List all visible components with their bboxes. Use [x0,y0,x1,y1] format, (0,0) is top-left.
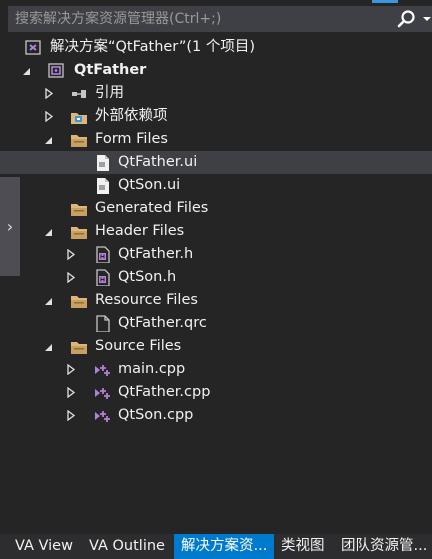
chevron-right-icon[interactable] [66,410,76,421]
external-dependencies-icon [71,113,87,124]
tree-item[interactable]: 外部依赖项 [0,105,432,128]
tree-item-label: QtSon.h [118,269,177,285]
chevron-expanded-icon[interactable] [44,226,54,237]
header-file-icon [96,269,110,286]
tree-item-label: QtSon.cpp [118,407,194,423]
chevron-right-icon[interactable] [44,111,54,122]
cpp-file-icon [95,388,110,399]
tree-item-label: QtSon.ui [118,177,181,193]
folder-icon [71,227,87,239]
tree-item-label: Header Files [95,223,185,239]
cpp-file-icon [95,411,110,422]
chevron-right-icon[interactable] [44,88,54,99]
tree-item-label: main.cpp [118,361,186,377]
bottom-tab[interactable]: 团队资源管... [334,534,432,559]
solution-icon [25,40,41,55]
bottom-tab[interactable]: 解决方案资... [174,534,274,559]
bottom-tab[interactable]: 类视图 [274,534,334,559]
collapse-side-panel-handle[interactable]: › [0,177,20,276]
tree-item-label: 外部依赖项 [95,108,168,124]
tree-item-label: QtFather [74,62,147,78]
tree-item-label: QtFather.qrc [118,315,207,331]
tree-item[interactable]: Resource Files [0,289,432,312]
tree-item-label: 解决方案“QtFather”(1 个项目) [50,39,256,55]
cpp-file-icon [95,365,110,376]
references-icon [72,90,86,98]
search-icon[interactable] [396,9,418,29]
tree-item-label: QtFather.cpp [118,384,211,400]
tree-item[interactable]: QtSon.cpp [0,404,432,427]
tree-item[interactable]: Generated Files [0,197,432,220]
chevron-expanded-icon[interactable] [44,341,54,352]
chevron-expanded-icon[interactable] [44,134,54,145]
chevron-down-icon[interactable] [422,9,432,29]
tree-item-label: Resource Files [95,292,198,308]
tree-item-label: 引用 [95,85,124,101]
chevron-expanded-icon[interactable] [22,65,32,76]
ui-file-icon [97,178,109,194]
top-accent-strip [372,0,398,3]
tree-item[interactable]: QtFather.ui [0,151,432,174]
chevron-right-icon[interactable] [66,272,76,283]
tree-item-label: QtFather.h [118,246,194,262]
tree-item[interactable]: main.cpp [0,358,432,381]
folder-icon [71,296,87,308]
tree-item[interactable]: QtFather [0,59,432,82]
chevron-right-icon[interactable] [66,249,76,260]
tree-item[interactable]: Header Files [0,220,432,243]
tree-item[interactable]: 引用 [0,82,432,105]
folder-icon [71,342,87,354]
header-file-icon [96,246,110,263]
tree-item[interactable]: QtFather.qrc [0,312,432,335]
tree-item-label: Form Files [95,131,168,147]
search-input[interactable] [8,6,388,32]
folder-icon [71,135,87,147]
tree-item[interactable]: QtFather.cpp [0,381,432,404]
qt-project-icon [48,63,64,78]
chevron-right-icon[interactable] [66,387,76,398]
tree-item-label: Source Files [95,338,182,354]
tree-item-label: QtFather.ui [118,154,198,170]
tree-item[interactable]: Form Files [0,128,432,151]
search-bar [8,6,432,32]
tree-item-label: Generated Files [95,200,209,216]
file-icon [96,315,110,332]
tree-item[interactable]: QtSon.h [0,266,432,289]
tree-item[interactable]: 解决方案“QtFather”(1 个项目) [0,36,432,59]
ui-file-icon [97,155,109,171]
tree-item[interactable]: QtSon.ui [0,174,432,197]
bottom-tab[interactable]: VA View [8,534,82,559]
chevron-right-icon[interactable] [66,364,76,375]
tree-item[interactable]: QtFather.h [0,243,432,266]
chevron-expanded-icon[interactable] [44,295,54,306]
bottom-tab-bar: VA View VA Outline 解决方案资... 类视图 团队资源管... [0,534,432,559]
folder-icon [71,204,87,216]
tree-item[interactable]: Source Files [0,335,432,358]
bottom-tab[interactable]: VA Outline [82,534,174,559]
